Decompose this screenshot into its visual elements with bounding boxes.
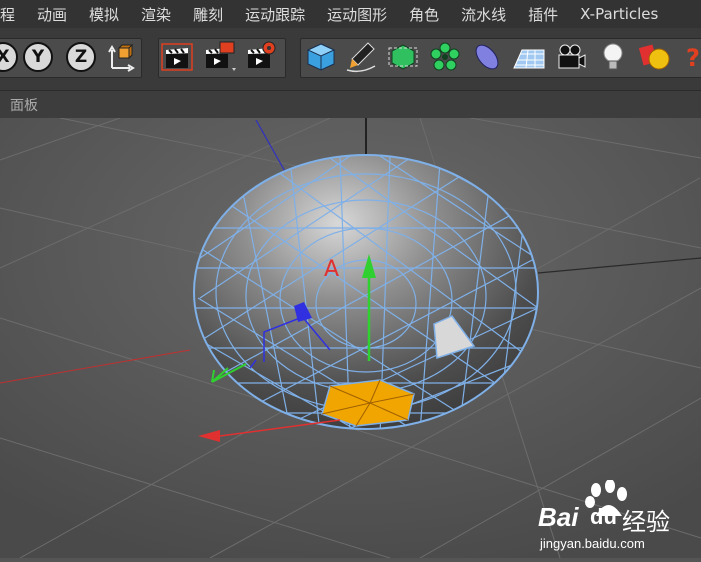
menu-item-plugins[interactable]: 插件 <box>517 4 569 25</box>
toolbar: X Y Z ? <box>0 28 701 90</box>
menu-item-simulate[interactable]: 模拟 <box>78 4 130 25</box>
pen-icon <box>346 42 376 73</box>
pen-spline-button[interactable] <box>344 40 378 74</box>
menu-item-sculpt[interactable]: 雕刻 <box>182 4 234 25</box>
axis-y-button[interactable]: Y <box>21 40 55 74</box>
render-to-picture-viewer-button[interactable] <box>202 40 236 74</box>
axis-z-button[interactable]: Z <box>64 40 98 74</box>
cube-object-button[interactable] <box>304 40 338 74</box>
deformer-button[interactable] <box>470 40 504 74</box>
menu-item-pipeline[interactable]: 流水线 <box>450 4 517 25</box>
baidu-watermark: Bai du 经验 jingyan.baidu.com <box>538 480 698 554</box>
watermark-brand2: du <box>590 504 617 529</box>
menu-item-character[interactable]: 角色 <box>398 4 450 25</box>
render-view-icon <box>161 43 193 71</box>
environment-icon <box>638 44 670 70</box>
light-button[interactable] <box>596 40 630 74</box>
cloner-button[interactable] <box>428 40 462 74</box>
environment-button[interactable] <box>638 40 672 74</box>
coordinate-system-icon <box>108 43 135 72</box>
menu-item-render[interactable]: 渲染 <box>130 4 182 25</box>
menu-item-motion-tracking[interactable]: 运动跟踪 <box>234 4 316 25</box>
watermark-brand: Bai <box>538 502 579 532</box>
menu-item-mograph[interactable]: 运动图形 <box>316 4 398 25</box>
gizmo-label: A <box>324 257 339 282</box>
render-view-button[interactable] <box>160 40 194 74</box>
panel-menu-label[interactable]: 面板 <box>10 95 38 115</box>
cube-icon <box>306 43 336 71</box>
menu-item-x-particles[interactable]: X-Particles <box>569 5 669 23</box>
watermark-url: jingyan.baidu.com <box>540 536 645 551</box>
axis-y-label: Y <box>23 42 53 72</box>
coordinate-system-button[interactable] <box>104 40 138 74</box>
question-icon: ? <box>686 44 700 72</box>
render-settings-button[interactable] <box>244 40 278 74</box>
camera-button[interactable] <box>554 40 588 74</box>
axis-z-label: Z <box>66 42 96 72</box>
watermark-suffix: 经验 <box>622 508 670 536</box>
help-button[interactable]: ? <box>678 40 701 74</box>
render-picture-viewer-icon <box>206 41 236 71</box>
light-bulb-icon <box>603 43 623 70</box>
axis-x-label: X <box>0 42 18 72</box>
menu-item-animation[interactable]: 动画 <box>26 4 78 25</box>
panel-header: 面板 <box>0 90 701 119</box>
cloner-icon <box>430 42 460 71</box>
floor-button[interactable] <box>512 40 546 74</box>
3d-viewport[interactable]: A Bai du 经验 jingyan.baidu.com <box>0 117 701 559</box>
subdivision-icon <box>388 44 418 70</box>
axis-x-button[interactable]: X <box>0 40 20 74</box>
subdivision-surface-button[interactable] <box>386 40 420 74</box>
deformer-icon <box>475 44 499 70</box>
menu-bar: 程 动画 模拟 渲染 雕刻 运动跟踪 运动图形 角色 流水线 插件 X-Part… <box>0 0 701 28</box>
render-settings-icon <box>248 41 276 68</box>
camera-icon <box>558 44 586 69</box>
menu-item-process[interactable]: 程 <box>0 4 26 25</box>
floor-icon <box>513 49 545 69</box>
svg-text:?: ? <box>686 44 700 72</box>
